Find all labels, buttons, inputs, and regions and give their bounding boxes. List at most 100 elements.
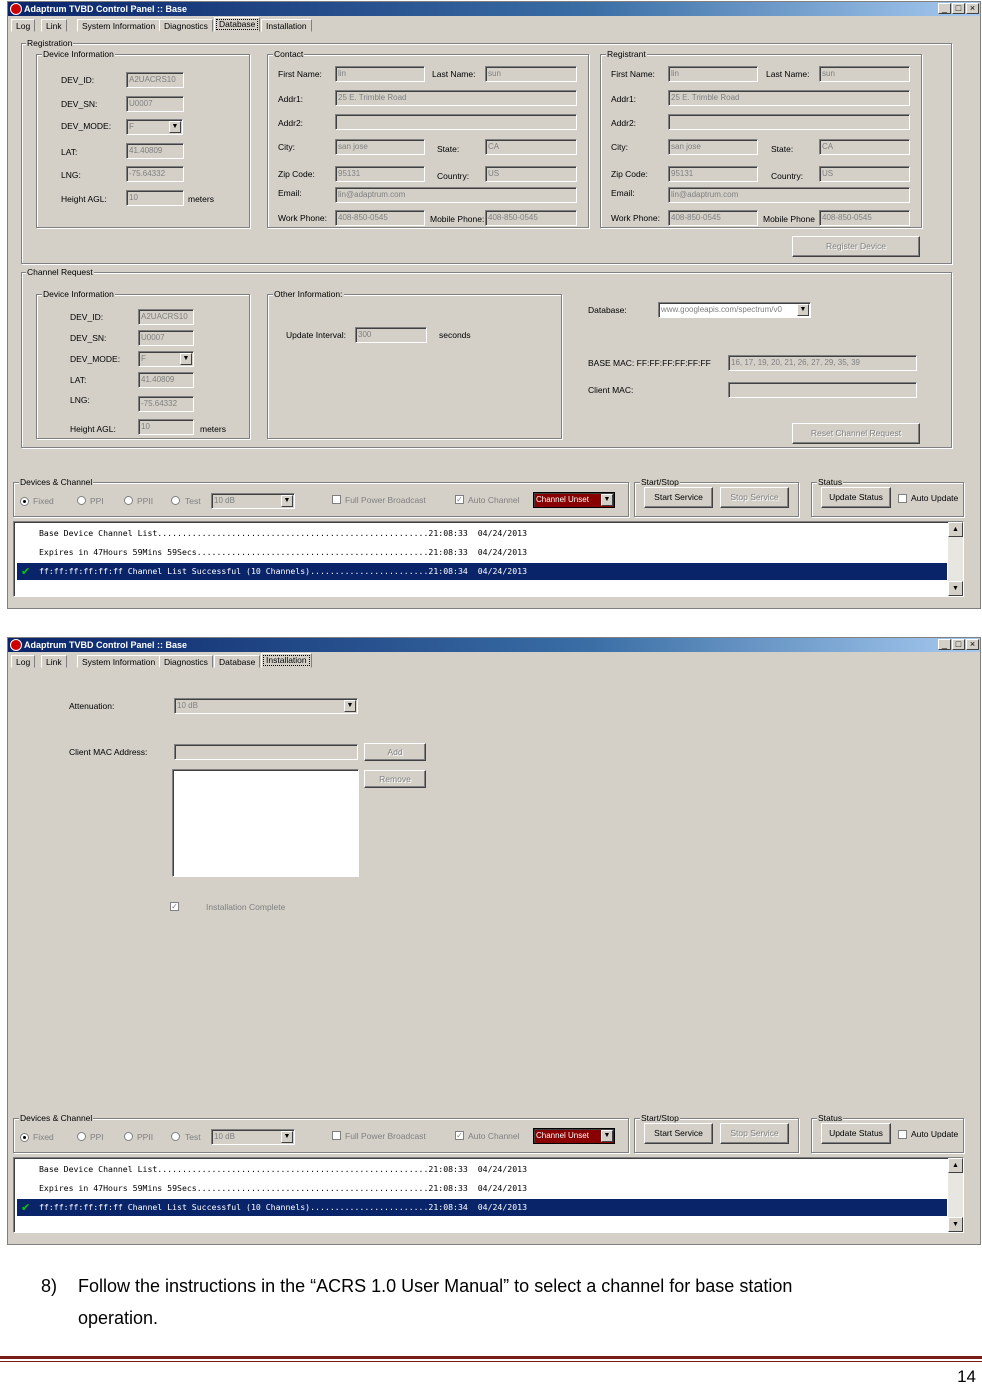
maximize-button[interactable]: □ xyxy=(952,3,965,14)
start-service-button[interactable]: Start Service xyxy=(644,487,713,508)
state-field[interactable]: CA xyxy=(485,139,577,155)
last-name-field[interactable]: sun xyxy=(485,66,577,82)
work-phone-field[interactable]: 408-850-0545 xyxy=(335,210,425,226)
reg-city-field[interactable]: san jose xyxy=(668,139,758,155)
dev-sn-field[interactable]: U0007 xyxy=(126,96,184,112)
reg-state-field[interactable]: CA xyxy=(819,139,910,155)
addr1-field[interactable]: 25 E. Trimble Road xyxy=(335,90,577,106)
reg-addr2-field[interactable] xyxy=(668,114,910,130)
lat-field[interactable]: 41.40809 xyxy=(126,143,184,159)
mode-test-radio[interactable] xyxy=(171,496,180,505)
mode-test-radio[interactable] xyxy=(171,1132,180,1141)
first-name-field[interactable]: lin xyxy=(335,66,425,82)
chevron-down-icon[interactable]: ▼ xyxy=(180,353,192,365)
log-row[interactable]: Expires in 47Hours 59Mins 59Secs........… xyxy=(17,1180,947,1197)
stop-service-button[interactable]: Stop Service xyxy=(720,487,789,508)
client-mac-field[interactable] xyxy=(728,382,917,398)
mode-ppii-radio[interactable] xyxy=(124,496,133,505)
attenuation-combo[interactable]: 10 dB ▼ xyxy=(211,493,295,509)
reg-email-field[interactable]: lin@adaptrum.com xyxy=(668,187,910,203)
log-row-selected[interactable]: ✔ ff:ff:ff:ff:ff:ff Channel List Successf… xyxy=(17,1199,947,1216)
scroll-down-icon[interactable]: ▼ xyxy=(948,581,963,596)
cr-dev-sn-field[interactable]: U0007 xyxy=(138,330,194,346)
tab-database[interactable]: Database xyxy=(214,17,261,32)
reg-country-field[interactable]: US xyxy=(819,166,910,182)
scroll-down-icon[interactable]: ▼ xyxy=(948,1217,963,1232)
database-combo[interactable]: www.googleapis.com/spectrum/v0 ▼ xyxy=(658,302,811,318)
full-power-broadcast-checkbox[interactable] xyxy=(332,495,341,504)
cr-dev-mode-combo[interactable]: F ▼ xyxy=(138,351,194,367)
chevron-down-icon[interactable]: ▼ xyxy=(601,494,613,506)
log-row[interactable]: Base Device Channel List................… xyxy=(17,525,947,542)
close-button[interactable]: × xyxy=(966,639,979,650)
scroll-up-icon[interactable]: ▲ xyxy=(948,522,963,537)
mode-ppii-radio[interactable] xyxy=(124,1132,133,1141)
zip-code-field[interactable]: 95131 xyxy=(335,166,425,182)
client-mac-address-input[interactable] xyxy=(174,744,358,760)
update-status-button[interactable]: Update Status xyxy=(821,487,891,508)
update-status-button[interactable]: Update Status xyxy=(821,1123,891,1144)
log-scrollbar[interactable]: ▲ ▼ xyxy=(948,1158,963,1232)
log-row-selected[interactable]: ✔ ff:ff:ff:ff:ff:ff Channel List Successf… xyxy=(17,563,947,580)
auto-update-checkbox[interactable] xyxy=(898,1130,907,1139)
tab-diagnostics[interactable]: Diagnostics xyxy=(159,19,213,32)
update-interval-field[interactable]: 300 xyxy=(355,327,427,343)
minimize-button[interactable]: _ xyxy=(938,3,951,14)
remove-client-button[interactable]: Remove xyxy=(364,770,426,788)
log-scrollbar[interactable]: ▲ ▼ xyxy=(948,522,963,596)
chevron-down-icon[interactable]: ▼ xyxy=(344,700,356,712)
reg-last-name-field[interactable]: sun xyxy=(819,66,910,82)
auto-channel-checkbox[interactable]: ✓ xyxy=(455,495,464,504)
installation-complete-checkbox[interactable]: ✓ xyxy=(170,902,179,911)
tab-installation[interactable]: Installation xyxy=(261,19,312,32)
dev-mode-combo[interactable]: F ▼ xyxy=(126,119,183,135)
log-list[interactable]: Base Device Channel List................… xyxy=(13,1157,964,1233)
reg-mobile-phone-field[interactable]: 408-850-0545 xyxy=(819,210,910,226)
lng-field[interactable]: -75.64332 xyxy=(126,166,184,182)
mode-fixed-radio[interactable] xyxy=(20,497,29,506)
start-service-button[interactable]: Start Service xyxy=(644,1123,713,1144)
cr-lat-field[interactable]: 41.40809 xyxy=(138,372,194,388)
tab-diagnostics[interactable]: Diagnostics xyxy=(159,655,213,668)
full-power-broadcast-checkbox[interactable] xyxy=(332,1131,341,1140)
reg-addr1-field[interactable]: 25 E. Trimble Road xyxy=(668,90,910,106)
reg-zip-code-field[interactable]: 95131 xyxy=(668,166,758,182)
height-agl-field[interactable]: 10 xyxy=(126,190,184,206)
chevron-down-icon[interactable]: ▼ xyxy=(169,121,181,133)
tab-system-information[interactable]: System Information xyxy=(77,19,161,32)
stop-service-button[interactable]: Stop Service xyxy=(720,1123,789,1144)
reset-channel-request-button[interactable]: Reset Channel Request xyxy=(792,423,920,444)
city-field[interactable]: san jose xyxy=(335,139,425,155)
channel-combo[interactable]: Channel Unset ▼ xyxy=(533,1128,615,1144)
addr2-field[interactable] xyxy=(335,114,577,130)
attenuation-combo[interactable]: 10 dB ▼ xyxy=(211,1129,295,1145)
scroll-up-icon[interactable]: ▲ xyxy=(948,1158,963,1173)
client-mac-list[interactable] xyxy=(172,769,359,877)
tab-database[interactable]: Database xyxy=(214,655,261,668)
installation-attenuation-combo[interactable]: 10 dB ▼ xyxy=(174,698,358,714)
tab-system-information[interactable]: System Information xyxy=(77,655,161,668)
mode-ppi-radio[interactable] xyxy=(77,1132,86,1141)
auto-update-checkbox[interactable] xyxy=(898,494,907,503)
tab-log[interactable]: Log xyxy=(11,655,36,668)
tab-log[interactable]: Log xyxy=(11,19,36,32)
auto-channel-checkbox[interactable]: ✓ xyxy=(455,1131,464,1140)
base-mac-channels-field[interactable]: 16, 17, 19, 20, 21, 26, 27, 29, 35, 39 xyxy=(728,355,917,371)
log-row[interactable]: Expires in 47Hours 59Mins 59Secs........… xyxy=(17,544,947,561)
log-row[interactable]: Base Device Channel List................… xyxy=(17,1161,947,1178)
cr-height-agl-field[interactable]: 10 xyxy=(138,419,194,435)
add-client-button[interactable]: Add xyxy=(364,743,426,761)
maximize-button[interactable]: □ xyxy=(952,639,965,650)
log-list[interactable]: Base Device Channel List................… xyxy=(13,521,964,597)
chevron-down-icon[interactable]: ▼ xyxy=(281,495,293,507)
mode-ppi-radio[interactable] xyxy=(77,496,86,505)
minimize-button[interactable]: _ xyxy=(938,639,951,650)
country-field[interactable]: US xyxy=(485,166,577,182)
chevron-down-icon[interactable]: ▼ xyxy=(601,1130,613,1142)
mobile-phone-field[interactable]: 408-850-0545 xyxy=(485,210,577,226)
cr-dev-id-field[interactable]: A2UACRS10 xyxy=(138,309,194,325)
dev-id-field[interactable]: A2UACRS10 xyxy=(126,72,184,88)
email-field[interactable]: lin@adaptrum.com xyxy=(335,187,577,203)
mode-fixed-radio[interactable] xyxy=(20,1133,29,1142)
tab-link[interactable]: Link xyxy=(41,655,67,668)
